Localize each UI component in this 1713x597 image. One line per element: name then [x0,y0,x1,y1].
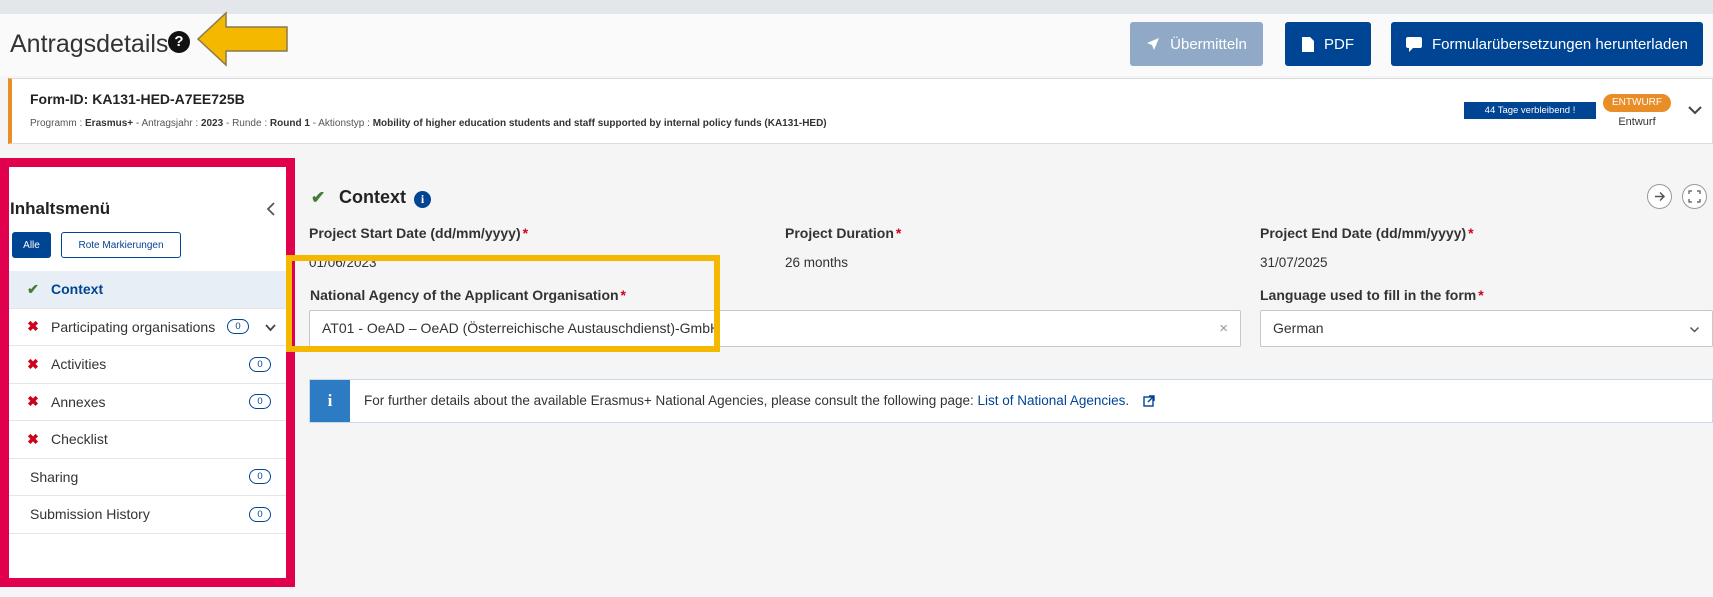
nav-item-context[interactable]: ✔ Context [9,271,286,309]
filter-red-marks-button[interactable]: Rote Markierungen [61,232,181,258]
external-link-icon[interactable] [1143,395,1155,407]
comment-icon [1406,36,1422,52]
end-date-value: 31/07/2025 [1260,255,1328,270]
send-icon [1147,38,1160,50]
check-icon: ✔ [311,188,326,207]
content-menu: Inhaltsmenü Alle Rote Markierungen ✔ Con… [0,158,295,587]
submit-button-label: Übermitteln [1170,35,1247,53]
end-date-label: Project End Date (dd/mm/yyyy) * [1260,225,1474,241]
download-translations-label: Formularübersetzungen herunterladen [1432,35,1688,53]
file-icon [1302,36,1314,52]
nav-item-label: Checklist [51,431,108,448]
info-icon: i [310,380,350,422]
info-banner: i For further details about the availabl… [309,379,1713,423]
pdf-button-label: PDF [1324,35,1354,53]
nav-item-label: Sharing [30,468,79,485]
count-badge: 0 [249,506,271,522]
cross-icon: ✖ [27,393,39,410]
content-menu-list: ✔ Context ✖ Participating organisations … [9,271,286,534]
arrow-annotation [196,11,288,67]
highlight-annotation [286,255,720,352]
duration-label: Project Duration * [785,225,902,241]
start-date-label: Project Start Date (dd/mm/yyyy) * [309,225,529,241]
download-translations-button[interactable]: Formularübersetzungen herunterladen [1391,22,1703,66]
expand-button[interactable] [1682,184,1707,209]
info-icon[interactable]: i [414,191,431,208]
context-section: ✔ Context i Project Start Date (dd/mm/yy… [286,158,1713,597]
chevron-down-icon[interactable] [264,321,277,334]
duration-value: 26 months [785,255,849,270]
nav-item-checklist[interactable]: ✖ Checklist [9,421,286,459]
next-section-button[interactable] [1647,184,1672,209]
expand-icon [1688,190,1701,203]
cross-icon: ✖ [27,318,39,335]
nav-item-activities[interactable]: ✖ Activities 0 [9,346,286,384]
form-info-card: Form-ID: KA131-HED-A7EE725B Programm : E… [8,78,1713,144]
pdf-button[interactable]: PDF [1285,22,1371,66]
cross-icon: ✖ [27,355,39,372]
chevron-left-icon[interactable] [265,200,277,218]
check-icon: ✔ [27,280,39,297]
info-text: For further details about the available … [364,393,1155,408]
language-select[interactable]: German [1260,310,1713,347]
help-icon[interactable]: ? [168,31,190,53]
page-title: Antragsdetails [10,30,169,58]
national-agencies-link[interactable]: List of National Agencies. [978,393,1130,408]
nav-item-sharing[interactable]: Sharing 0 [9,459,286,496]
submit-button[interactable]: Übermitteln [1130,22,1263,66]
filter-all-button[interactable]: Alle [12,232,51,258]
count-badge: 0 [249,469,271,485]
nav-item-label: Activities [51,356,107,373]
nav-item-annexes[interactable]: ✖ Annexes 0 [9,384,286,421]
nav-item-label: Annexes [51,393,106,410]
cross-icon: ✖ [27,430,39,447]
form-id: Form-ID: KA131-HED-A7EE725B [30,91,245,107]
nav-item-label: Participating organisations [51,318,216,335]
section-title: Context [339,187,406,207]
chevron-down-icon [1689,326,1700,333]
count-badge: 0 [249,394,271,410]
status-text: Entwurf [1618,116,1656,128]
nav-item-label: Submission History [30,506,150,523]
nav-item-label: Context [51,281,104,298]
count-badge: 0 [227,319,249,335]
days-remaining-badge: 44 Tage verbleibend ! [1464,102,1596,119]
count-badge: 0 [249,356,271,372]
arrow-right-icon [1655,191,1666,202]
content-menu-title: Inhaltsmenü [10,199,111,218]
status-badge: ENTWURF [1603,94,1671,112]
nav-item-submission-history[interactable]: Submission History 0 [9,496,286,534]
nav-item-participating-organisations[interactable]: ✖ Participating organisations 0 [9,309,286,346]
language-label: Language used to fill in the form * [1260,287,1484,303]
form-meta: Programm : Erasmus+ - Antragsjahr : 2023… [30,118,827,129]
chevron-down-icon[interactable] [1682,97,1708,123]
clear-icon[interactable]: × [1219,311,1228,346]
